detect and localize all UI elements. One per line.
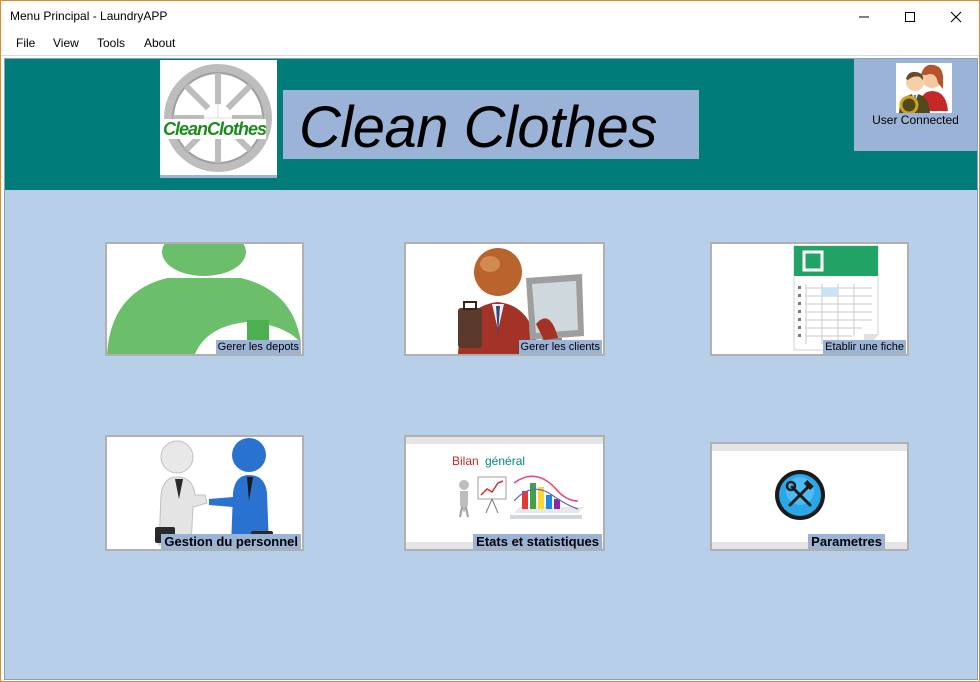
statistics-button[interactable]: Bilan général Etats et statistiques xyxy=(404,435,605,551)
user-panel[interactable]: User Connected xyxy=(854,59,977,151)
manage-clients-label: Gerer les clients xyxy=(518,340,602,354)
stats-banner-word2: général xyxy=(485,454,526,468)
washing-drum-icon xyxy=(164,64,272,172)
title-bar[interactable]: Menu Principal - LaundryAPP xyxy=(1,1,979,32)
app-title: Clean Clothes xyxy=(299,95,657,160)
spreadsheet-icon xyxy=(793,245,879,351)
user-connected-label: User Connected xyxy=(872,113,959,127)
depot-person-icon xyxy=(107,244,302,354)
menu-tools[interactable]: Tools xyxy=(97,36,125,50)
minimize-icon xyxy=(859,16,869,17)
tools-icon xyxy=(775,470,825,520)
main-form: CleanClothes Clean Clothes User Connecte… xyxy=(4,58,978,680)
menu-view[interactable]: View xyxy=(53,36,79,50)
manage-depots-button[interactable]: Gerer les depots xyxy=(105,242,304,356)
logo-text: CleanClothes xyxy=(163,119,267,139)
close-icon xyxy=(950,11,962,22)
staff-management-label: Gestion du personnel xyxy=(161,534,301,549)
app-title-panel: Clean Clothes xyxy=(283,90,699,160)
statistics-label: Etats et statistiques xyxy=(473,534,602,549)
menu-bar: File View Tools About xyxy=(1,32,979,56)
users-icon xyxy=(896,63,952,113)
stats-banner-word1: Bilan xyxy=(452,454,479,468)
create-form-button[interactable]: Etablir une fiche xyxy=(710,242,909,356)
settings-label: Parametres xyxy=(808,534,885,549)
main-window: Menu Principal - LaundryAPP File View To… xyxy=(0,0,980,682)
staff-management-button[interactable]: Gestion du personnel xyxy=(105,435,304,551)
client-computer-icon xyxy=(458,248,584,354)
create-form-label: Etablir une fiche xyxy=(823,340,906,354)
manage-depots-label: Gerer les depots xyxy=(215,340,301,354)
handshake-people-icon xyxy=(155,438,273,547)
manage-clients-button[interactable]: Gerer les clients xyxy=(404,242,605,356)
minimize-button[interactable] xyxy=(841,1,887,32)
header-banner: CleanClothes Clean Clothes User Connecte… xyxy=(5,59,977,190)
menu-file[interactable]: File xyxy=(16,36,35,50)
maximize-icon xyxy=(905,11,915,22)
window-title: Menu Principal - LaundryAPP xyxy=(10,9,168,23)
menu-about[interactable]: About xyxy=(144,36,175,50)
maximize-button[interactable] xyxy=(887,1,933,32)
settings-button[interactable]: Parametres xyxy=(710,442,909,551)
top-strip xyxy=(712,444,907,451)
app-logo: CleanClothes xyxy=(160,60,277,178)
close-button[interactable] xyxy=(933,1,979,32)
